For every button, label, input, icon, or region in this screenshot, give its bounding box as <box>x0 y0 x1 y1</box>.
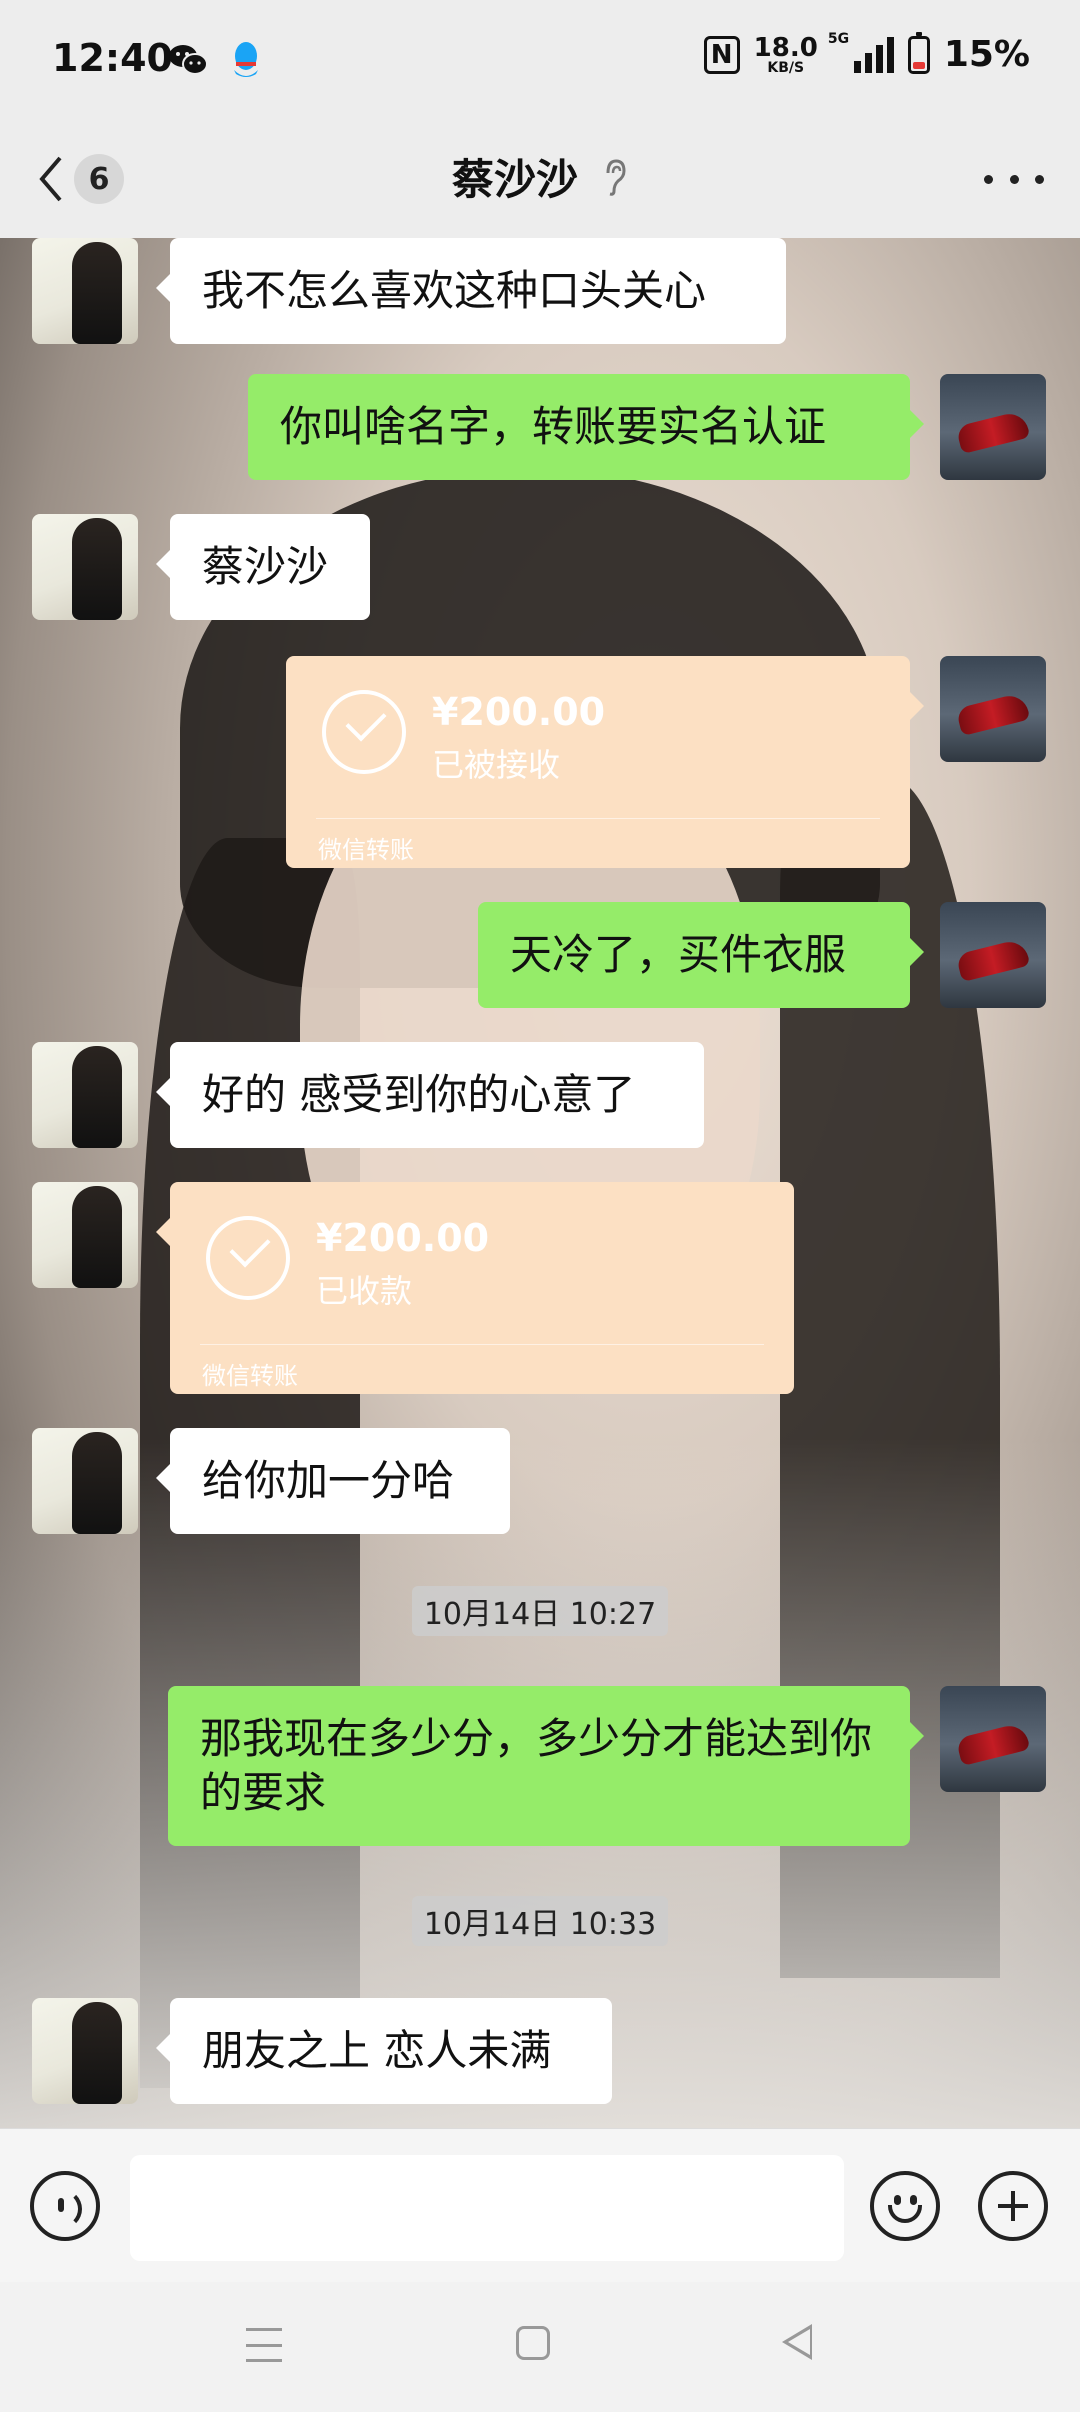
message-timestamp: 10月14日 10:33 <box>412 1896 668 1946</box>
contact-avatar[interactable] <box>32 238 138 344</box>
voice-icon[interactable] <box>30 2171 100 2241</box>
plus-icon[interactable] <box>978 2171 1048 2241</box>
wechat-icon <box>169 45 208 75</box>
net-speed-unit: KB/S <box>767 59 805 76</box>
contact-avatar[interactable] <box>32 1428 138 1534</box>
input-bar <box>0 2128 1080 2283</box>
message-timestamp: 10月14日 10:27 <box>412 1586 668 1636</box>
transfer-amount: ¥200.00 <box>432 690 606 734</box>
transfer-card-sent[interactable]: ¥200.00 已被接收 微信转账 <box>286 656 924 868</box>
system-navigation-bar <box>0 2282 1080 2412</box>
status-bar: 12:40 N 18.0 KB/S 5G 15% <box>0 0 1080 120</box>
more-options-button[interactable] <box>984 154 1044 204</box>
divider <box>200 1344 764 1345</box>
qq-icon <box>234 42 258 77</box>
message-bubble-received[interactable]: 蔡沙沙 <box>156 514 370 620</box>
message-bubble-sent[interactable]: 那我现在多少分，多少分才能达到你的要求 <box>168 1686 924 1846</box>
message-bubble-received[interactable]: 我不怎么喜欢这种口头关心 <box>156 238 786 344</box>
battery-icon <box>907 31 930 74</box>
page-title: 蔡沙沙 <box>451 155 578 204</box>
status-time: 12:40 <box>52 36 173 80</box>
my-avatar[interactable] <box>940 374 1046 480</box>
transfer-label: 微信转账 <box>202 1362 298 1390</box>
contact-avatar[interactable] <box>32 1042 138 1148</box>
contact-avatar[interactable] <box>32 1182 138 1288</box>
nfc-icon: N <box>703 35 740 74</box>
recent-apps-icon[interactable] <box>246 2328 282 2362</box>
net-speed-value: 18.0 <box>753 32 818 63</box>
notification-icons <box>168 40 262 80</box>
message-bubble-received[interactable]: 给你加一分哈 <box>156 1428 510 1534</box>
divider <box>316 818 880 819</box>
emoji-icon[interactable] <box>870 2171 940 2241</box>
home-icon[interactable] <box>516 2326 550 2360</box>
network-type: 5G <box>827 30 850 47</box>
transfer-label: 微信转账 <box>318 836 414 864</box>
status-right: N 18.0 KB/S 5G 15% <box>703 31 1030 75</box>
transfer-status: 已被接收 <box>432 746 561 784</box>
message-input[interactable] <box>130 2155 844 2261</box>
message-bubble-sent[interactable]: 天冷了，买件衣服 <box>478 902 924 1008</box>
signal-icon: 5G <box>828 31 894 73</box>
message-bubble-received[interactable]: 朋友之上 恋人未满 <box>156 1998 612 2104</box>
check-circle-icon <box>206 1216 290 1300</box>
my-avatar[interactable] <box>940 656 1046 762</box>
my-avatar[interactable] <box>940 902 1046 1008</box>
chat-header: 6 蔡沙沙 <box>0 120 1080 238</box>
check-circle-icon <box>322 690 406 774</box>
transfer-card-received[interactable]: ¥200.00 已收款 微信转账 <box>156 1182 794 1394</box>
transfer-amount: ¥200.00 <box>316 1216 490 1260</box>
message-bubble-sent[interactable]: 你叫啥名字，转账要实名认证 <box>248 374 924 480</box>
chat-area[interactable]: 我不怎么喜欢这种口头关心 你叫啥名字，转账要实名认证 蔡沙沙 ¥200.00 已… <box>0 238 1080 2128</box>
message-bubble-received[interactable]: 好的 感受到你的心意了 <box>156 1042 704 1148</box>
transfer-status: 已收款 <box>316 1272 413 1310</box>
contact-avatar[interactable] <box>32 514 138 620</box>
ear-icon <box>606 158 626 196</box>
my-avatar[interactable] <box>940 1686 1046 1792</box>
contact-avatar[interactable] <box>32 1998 138 2104</box>
battery-percent: 15% <box>943 34 1030 75</box>
net-speed: 18.0 KB/S <box>754 35 818 75</box>
system-back-icon[interactable] <box>782 2324 812 2360</box>
